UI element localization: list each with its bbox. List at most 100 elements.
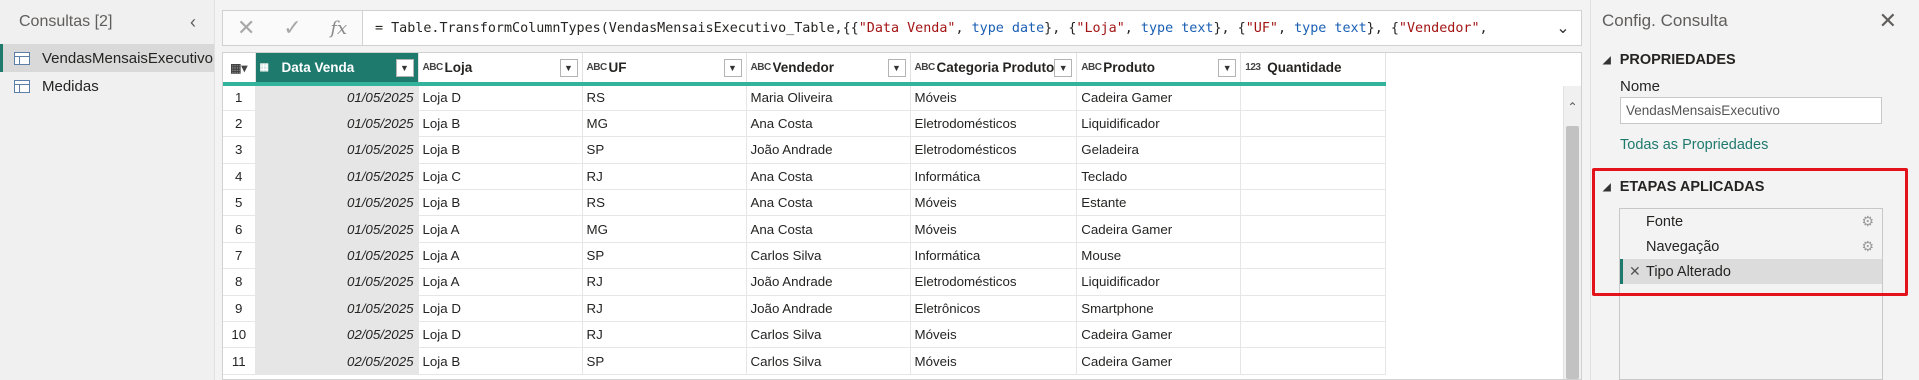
table-cell[interactable]: SP [582,136,747,164]
table-cell[interactable]: Loja B [418,189,583,217]
table-cell[interactable]: Loja A [418,268,583,296]
row-number[interactable]: 3 [223,136,256,164]
column-filter-icon[interactable]: ▼ [887,58,906,77]
table-cell[interactable]: Ana Costa [746,189,911,217]
table-cell[interactable]: Móveis [910,84,1078,111]
confirm-formula-icon[interactable]: ✓ [276,15,308,41]
table-cell[interactable] [1240,268,1387,296]
table-cell[interactable]: Smartphone [1076,295,1242,323]
table-cell[interactable]: Teclado [1076,163,1242,191]
column-type-icon[interactable]: ABC [587,62,609,73]
table-cell[interactable]: Eletrônicos [910,295,1078,323]
table-cell[interactable]: Estante [1076,189,1242,217]
table-cell[interactable]: 01/05/2025 [255,136,419,164]
table-cell[interactable]: Carlos Silva [746,347,911,375]
table-cell[interactable]: Informática [910,242,1078,270]
table-cell[interactable]: RJ [582,295,747,323]
row-number[interactable]: 7 [223,242,256,270]
table-cell[interactable]: Loja D [418,295,583,323]
table-cell[interactable]: Ana Costa [746,215,911,243]
expand-formula-icon[interactable]: ⌄ [1545,11,1581,45]
row-number[interactable]: 8 [223,268,256,296]
table-cell[interactable]: Loja B [418,347,583,375]
table-cell[interactable] [1240,242,1387,270]
table-cell[interactable]: Eletrodomésticos [910,110,1078,138]
table-cell[interactable]: 01/05/2025 [255,268,419,296]
table-cell[interactable]: 01/05/2025 [255,84,419,111]
table-cell[interactable]: Cadeira Gamer [1076,347,1242,375]
table-cell[interactable] [1240,215,1387,243]
all-properties-link[interactable]: Todas as Propriedades [1620,137,1768,153]
table-cell[interactable]: Informática [910,163,1078,191]
table-cell[interactable] [1240,84,1387,111]
column-header[interactable]: 123 Quantidade [1240,53,1387,86]
close-icon[interactable]: ✕ [1879,8,1897,34]
column-header[interactable]: ABC UF ▼ [582,53,747,86]
column-header[interactable]: ABC Vendedor ▼ [746,53,911,86]
table-cell[interactable]: MG [582,215,747,243]
table-cell[interactable]: Loja D [418,321,583,349]
table-cell[interactable]: João Andrade [746,136,911,164]
formula-input[interactable]: = Table.TransformColumnTypes(VendasMensa… [363,11,1545,45]
table-cell[interactable]: Móveis [910,321,1078,349]
table-cell[interactable]: Cadeira Gamer [1076,321,1242,349]
row-number[interactable]: 11 [223,347,256,375]
query-name-field[interactable]: VendasMensaisExecutivo [1620,97,1882,124]
table-cell[interactable] [1240,110,1387,138]
properties-section-header[interactable]: ◢ PROPRIEDADES [1603,52,1736,68]
table-cell[interactable]: SP [582,347,747,375]
scroll-up-icon[interactable]: ⌃ [1564,100,1581,118]
table-cell[interactable]: Liquidificador [1076,110,1242,138]
table-cell[interactable]: João Andrade [746,295,911,323]
table-cell[interactable]: Loja B [418,136,583,164]
table-cell[interactable]: 02/05/2025 [255,321,419,349]
table-cell[interactable]: Carlos Silva [746,242,911,270]
table-cell[interactable]: João Andrade [746,268,911,296]
query-item[interactable]: VendasMensaisExecutivo [0,44,214,72]
table-cell[interactable]: Loja B [418,110,583,138]
table-cell[interactable]: Móveis [910,189,1078,217]
table-cell[interactable] [1240,321,1387,349]
table-cell[interactable] [1240,163,1387,191]
row-number[interactable]: 1 [223,84,256,111]
table-cell[interactable]: Loja A [418,242,583,270]
row-number[interactable]: 2 [223,110,256,138]
column-filter-icon[interactable]: ▼ [1218,58,1237,77]
table-cell[interactable]: RS [582,189,747,217]
row-number[interactable]: 6 [223,215,256,243]
table-cell[interactable]: Eletrodomésticos [910,268,1078,296]
table-cell[interactable]: Carlos Silva [746,321,911,349]
table-cell[interactable]: RJ [582,321,747,349]
table-cell[interactable]: RS [582,84,747,111]
column-header[interactable]: ABC Produto ▼ [1076,53,1242,86]
column-filter-icon[interactable]: ▼ [723,58,742,77]
table-cell[interactable]: Geladeira [1076,136,1242,164]
row-number[interactable]: 10 [223,321,256,349]
table-cell[interactable]: SP [582,242,747,270]
table-cell[interactable]: 01/05/2025 [255,163,419,191]
column-filter-icon[interactable]: ▼ [395,58,414,77]
table-cell[interactable]: 01/05/2025 [255,189,419,217]
column-type-icon[interactable]: ABC [1081,62,1103,73]
column-filter-icon[interactable]: ▼ [559,58,578,77]
table-cell[interactable] [1240,347,1387,375]
vertical-scrollbar[interactable]: ⌃ [1563,86,1581,379]
column-type-icon[interactable]: ABC [751,62,773,73]
table-cell[interactable]: MG [582,110,747,138]
table-cell[interactable]: Ana Costa [746,163,911,191]
table-cell[interactable]: Cadeira Gamer [1076,84,1242,111]
column-type-icon[interactable]: ABC [423,62,445,73]
table-cell[interactable]: RJ [582,163,747,191]
collapse-pane-icon[interactable]: ‹ [184,12,202,33]
column-filter-icon[interactable]: ▼ [1054,58,1073,77]
row-number[interactable]: 4 [223,163,256,191]
cancel-formula-icon[interactable]: ✕ [230,15,262,41]
row-number[interactable]: 9 [223,295,256,323]
column-type-icon[interactable]: ▦ [260,62,282,73]
table-cell[interactable]: Loja D [418,84,583,111]
row-number[interactable]: 5 [223,189,256,217]
column-header[interactable]: ABC Categoria Produto ▼ [910,53,1078,86]
table-cell[interactable]: RJ [582,268,747,296]
table-cell[interactable]: 01/05/2025 [255,110,419,138]
table-cell[interactable]: 01/05/2025 [255,242,419,270]
